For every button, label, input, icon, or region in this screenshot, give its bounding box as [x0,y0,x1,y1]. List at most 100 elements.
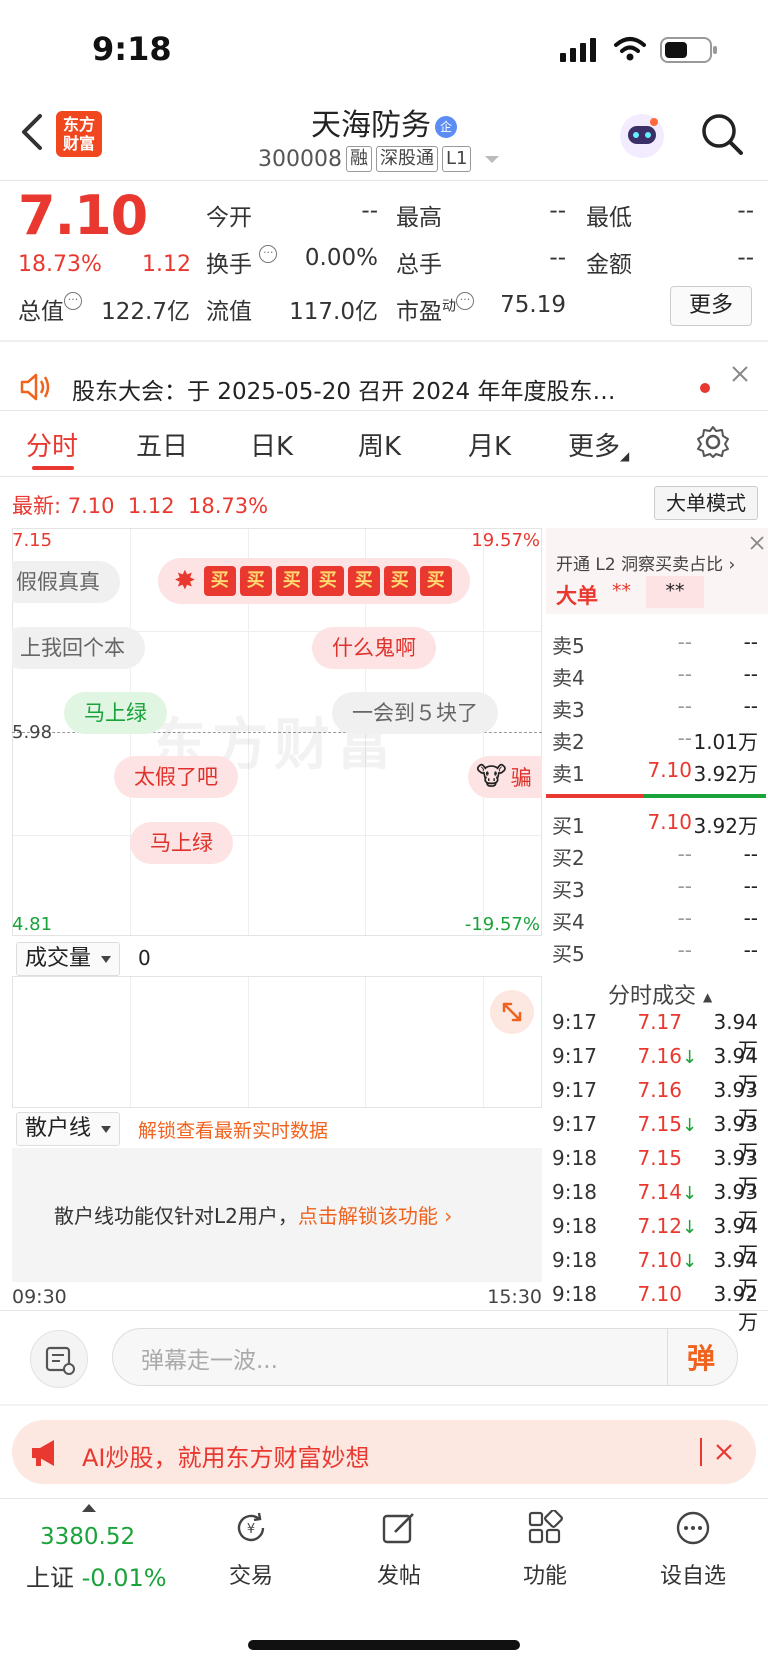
chevron-down-icon [101,1125,112,1133]
time-start: 09:30 [12,1286,67,1308]
ask-row-1[interactable]: 卖1 7.10 3.92万 [552,758,758,787]
danmu-item[interactable]: 一会到５块了 [332,692,498,734]
unlock-link[interactable]: 解锁查看最新实时数据 [138,1116,328,1143]
danmu-item[interactable]: 太假了吧 [114,756,238,798]
home-indicator[interactable] [248,1640,520,1650]
ask-row-2[interactable]: 卖2 -- 1.01万 [552,726,758,755]
buy-tag: 买 [203,566,236,596]
pe-label-text: 市盈 [396,299,442,325]
close-icon[interactable] [748,534,766,552]
danmu-settings-button[interactable] [30,1330,88,1388]
danmu-buy-item[interactable]: ✸ 买 买 买 买 买 买 买 [158,558,470,604]
info-icon[interactable]: ··· [259,245,278,263]
danmu-item[interactable]: 什么鬼啊 [312,627,436,669]
gear-icon[interactable] [696,425,730,459]
tab-weekly-k[interactable]: 周K [358,426,401,463]
index-value[interactable]: 3380.52 [40,1524,135,1550]
info-icon[interactable]: ··· [64,292,82,310]
danmu-item[interactable]: 假假真真 [12,561,120,603]
bid-row-2[interactable]: 买2 -- -- [552,842,758,871]
bid-row-3[interactable]: 买3 -- -- [552,874,758,903]
ask-row-3[interactable]: 卖3 -- -- [552,694,758,723]
latest-change: 1.12 [127,494,175,518]
battery-icon [660,37,717,63]
tab-intraday[interactable]: 分时 [26,426,78,463]
bid-label: 买1 [552,814,585,838]
buy-tag: 买 [239,566,272,596]
danmu-input[interactable]: 弹幕走一波... 弹 [112,1328,738,1386]
tag-connect: 深股通 [375,146,438,172]
mktcap-value: 122.7亿 [101,299,190,325]
latest-label: 最新: [12,494,62,518]
grid-icon [528,1509,563,1544]
tab-daily-k[interactable]: 日K [250,426,293,463]
danmu-item[interactable]: 🐮 骗 [468,756,542,798]
ad-text[interactable]: AI炒股，就用东方财富妙想 [82,1438,370,1473]
robot-assistant-icon[interactable] [614,110,670,162]
bid-row-1[interactable]: 买1 7.10 3.92万 [552,810,758,839]
danmu-item[interactable]: 上我回个本 [12,627,145,669]
nav-post-label: 发帖 [376,1564,421,1589]
ask-row-5[interactable]: 卖5 -- -- [552,630,758,659]
nav-functions[interactable]: 功能 [490,1509,600,1590]
danmu-item[interactable]: 马上绿 [64,692,167,734]
nav-trade[interactable]: ¥ 交易 [196,1510,306,1590]
mktcap-label-text: 总值 [18,299,64,325]
buy-tag: 买 [275,566,308,596]
latest-pct: 18.73% [188,494,269,518]
open-label: 今开 [206,205,252,231]
volume-chart[interactable] [12,976,542,1108]
edit-icon [382,1513,414,1544]
chevron-down-icon [485,155,500,163]
more-quote-button[interactable]: 更多 [670,286,752,326]
bid-price: -- [677,906,692,930]
ask-label: 卖3 [552,698,585,722]
buy-tag: 买 [419,566,452,596]
big-order-value-1: ** [612,580,631,602]
big-order-mode-button[interactable]: 大单模式 [654,486,758,520]
tag-margin: 融 [345,146,372,172]
bid-price: -- [677,938,692,962]
retail-line-dropdown[interactable]: 散户线 [16,1112,121,1146]
bid-row-5[interactable]: 买5 -- -- [552,938,758,967]
high-label: 最高 [396,205,442,231]
search-icon[interactable] [700,112,744,156]
tab-five-day[interactable]: 五日 [136,426,188,463]
nav-watchlist[interactable]: 设自选 [638,1510,748,1590]
trade-price-text: 7.16 [637,1078,682,1102]
index-row[interactable]: 上证 -0.01% [26,1558,167,1593]
retail-line-label: 散户线 [25,1116,92,1141]
stock-code-row[interactable]: 300008 融 深股通 L1 [258,146,500,172]
trade-price-text: 7.12 [637,1214,682,1238]
ask-row-4[interactable]: 卖4 -- -- [552,662,758,691]
buy-ratio-bar [644,794,766,798]
bid-row-4[interactable]: 买4 -- -- [552,906,758,935]
notice-text[interactable]: 股东大会：于 2025-05-20 召开 2024 年年度股东… [72,372,615,406]
l2-promo-text[interactable]: 开通 L2 洞察买卖占比 › [556,550,735,575]
volume-dropdown[interactable]: 成交量 [16,942,121,976]
locked-message: 散户线功能仅针对L2用户，点击解锁该功能 › [54,1200,452,1229]
sell-ratio-bar [546,794,644,798]
locked-text: 散户线功能仅针对L2用户， [54,1204,298,1228]
nav-post[interactable]: 发帖 [344,1510,454,1590]
tab-monthly-k[interactable]: 月K [468,426,511,463]
turnover-value: 0.00% [304,245,378,271]
info-icon[interactable]: ··· [456,292,474,310]
l2-promo-label: 开通 L2 洞察买卖占比 [556,555,724,575]
unlock-feature-link[interactable]: 点击解锁该功能 › [298,1204,452,1228]
latest-row: 最新: 7.10 1.12 18.73% [12,490,268,520]
danmu-item[interactable]: 马上绿 [130,822,233,864]
trade-price-text: 7.14 [637,1180,682,1204]
volume-dropdown-label: 成交量 [25,946,92,971]
notice-unread-dot [700,383,710,393]
tab-more[interactable]: 更多◢ [568,426,629,463]
close-icon[interactable] [730,364,750,384]
trades-header[interactable]: 分时成交 ▲ [608,978,712,1010]
ad-divider [700,1438,702,1466]
send-danmu-button[interactable]: 弹 [687,1337,715,1377]
close-icon[interactable] [714,1442,734,1462]
latest-price: 7.10 [67,494,115,518]
expand-button[interactable] [490,990,534,1034]
buy-tag: 买 [311,566,344,596]
amount-label: 金额 [586,252,632,278]
